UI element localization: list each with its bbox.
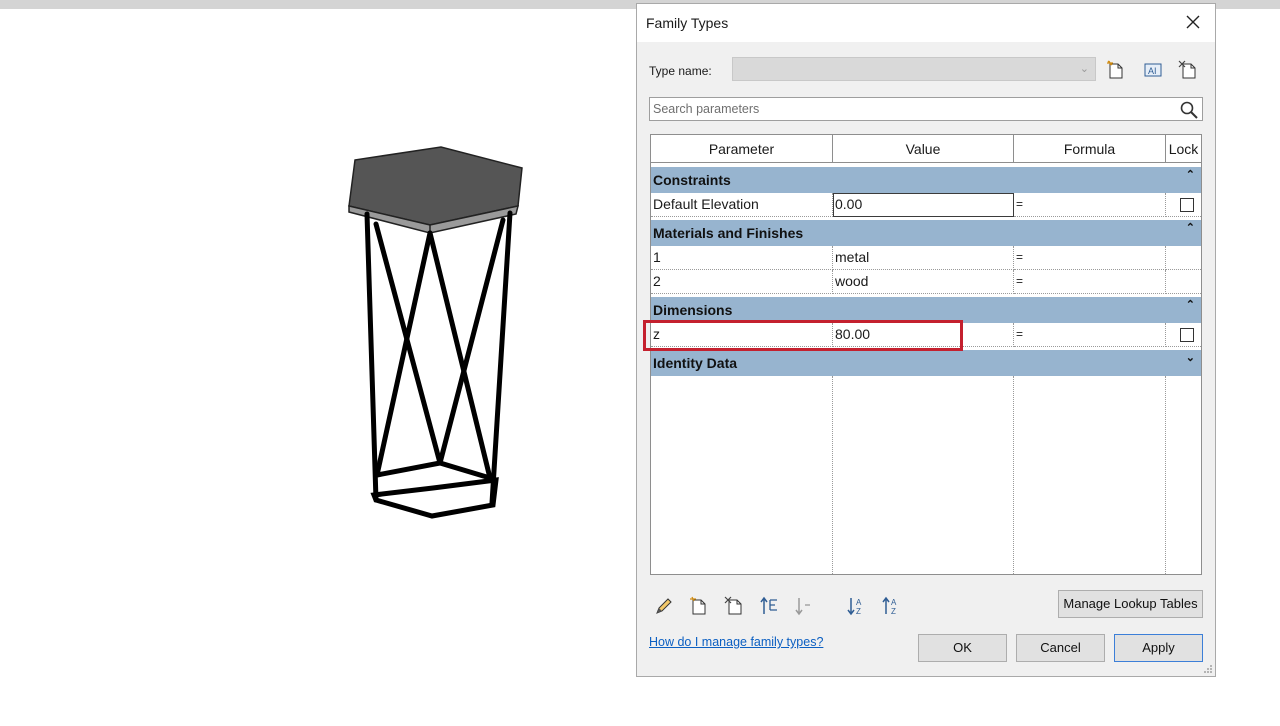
collapse-icon[interactable]: ⌃ bbox=[1186, 298, 1195, 311]
formula-field[interactable]: = bbox=[1014, 323, 1166, 347]
move-up-icon[interactable] bbox=[758, 595, 780, 617]
parameter-name[interactable]: Default Elevation bbox=[651, 193, 833, 217]
group-materials-and-finishes[interactable]: Materials and Finishes ⌃ bbox=[651, 220, 1201, 246]
column-divider bbox=[1013, 376, 1014, 574]
svg-text:A: A bbox=[891, 598, 897, 607]
manage-lookup-tables-button[interactable]: Manage Lookup Tables bbox=[1058, 590, 1203, 618]
lock-cell bbox=[1166, 323, 1201, 347]
parameters-grid: Parameter Value Formula Lock Constraints… bbox=[650, 134, 1202, 575]
highlight-box bbox=[643, 320, 963, 351]
svg-text:A: A bbox=[856, 598, 862, 607]
stool-3d-model bbox=[348, 146, 523, 519]
cancel-button[interactable]: Cancel bbox=[1016, 634, 1105, 662]
delete-type-icon[interactable] bbox=[1177, 59, 1199, 81]
resize-grip-icon[interactable] bbox=[1203, 664, 1213, 674]
value-field[interactable]: 0.00 bbox=[833, 193, 1014, 217]
lock-cell bbox=[1166, 246, 1201, 270]
formula-field[interactable]: = bbox=[1014, 246, 1166, 270]
new-parameter-icon[interactable] bbox=[688, 595, 710, 617]
type-name-dropdown[interactable]: ⌄ bbox=[732, 57, 1096, 81]
table-row: 1 metal = bbox=[651, 246, 1201, 270]
parameter-name[interactable]: 1 bbox=[651, 246, 833, 270]
sort-descending-icon[interactable]: A Z bbox=[880, 595, 902, 617]
group-label: Constraints bbox=[653, 172, 731, 188]
svg-text:Z: Z bbox=[856, 607, 861, 616]
search-box bbox=[649, 97, 1203, 121]
group-label: Dimensions bbox=[653, 302, 733, 318]
rename-type-icon[interactable]: AI bbox=[1142, 59, 1164, 81]
sort-ascending-icon[interactable]: A Z bbox=[845, 595, 867, 617]
column-header-formula[interactable]: Formula bbox=[1014, 135, 1166, 163]
dialog-title: Family Types bbox=[646, 15, 729, 31]
table-row: 2 wood = bbox=[651, 270, 1201, 294]
table-row: Default Elevation 0.00 = bbox=[651, 193, 1201, 217]
lock-checkbox[interactable] bbox=[1180, 328, 1194, 342]
formula-field[interactable]: = bbox=[1014, 193, 1166, 217]
column-header-lock[interactable]: Lock bbox=[1166, 135, 1201, 163]
edit-parameter-icon[interactable] bbox=[653, 595, 675, 617]
group-identity-data[interactable]: Identity Data ⌄ bbox=[651, 350, 1201, 376]
column-divider bbox=[1165, 376, 1166, 574]
apply-button[interactable]: Apply bbox=[1114, 634, 1203, 662]
value-field[interactable]: metal bbox=[833, 246, 1014, 270]
chevron-down-icon: ⌄ bbox=[1079, 63, 1089, 75]
column-header-parameter[interactable]: Parameter bbox=[651, 135, 833, 163]
search-icon[interactable] bbox=[1179, 100, 1199, 120]
expand-icon[interactable]: ⌄ bbox=[1186, 351, 1195, 364]
ok-button[interactable]: OK bbox=[918, 634, 1007, 662]
title-bar: Family Types bbox=[637, 4, 1215, 42]
move-down-icon[interactable] bbox=[793, 595, 815, 617]
close-icon bbox=[1186, 15, 1200, 29]
svg-text:Z: Z bbox=[891, 607, 896, 616]
formula-field[interactable]: = bbox=[1014, 270, 1166, 294]
group-label: Identity Data bbox=[653, 355, 738, 371]
help-link[interactable]: How do I manage family types? bbox=[649, 635, 823, 649]
group-label: Materials and Finishes bbox=[653, 225, 804, 241]
lock-checkbox[interactable] bbox=[1180, 198, 1194, 212]
column-header-value[interactable]: Value bbox=[833, 135, 1014, 163]
parameter-name[interactable]: 2 bbox=[651, 270, 833, 294]
svg-text:AI: AI bbox=[1148, 66, 1157, 76]
lock-cell bbox=[1166, 193, 1201, 217]
collapse-icon[interactable]: ⌃ bbox=[1186, 168, 1195, 181]
delete-parameter-icon[interactable] bbox=[723, 595, 745, 617]
new-type-icon[interactable] bbox=[1105, 59, 1127, 81]
close-button[interactable] bbox=[1181, 10, 1205, 34]
type-name-label: Type name: bbox=[649, 64, 712, 78]
collapse-icon[interactable]: ⌃ bbox=[1186, 221, 1195, 234]
lock-cell bbox=[1166, 270, 1201, 294]
value-field[interactable]: wood bbox=[833, 270, 1014, 294]
group-constraints[interactable]: Constraints ⌃ bbox=[651, 167, 1201, 193]
search-input[interactable] bbox=[653, 101, 1173, 117]
column-divider bbox=[832, 376, 833, 574]
